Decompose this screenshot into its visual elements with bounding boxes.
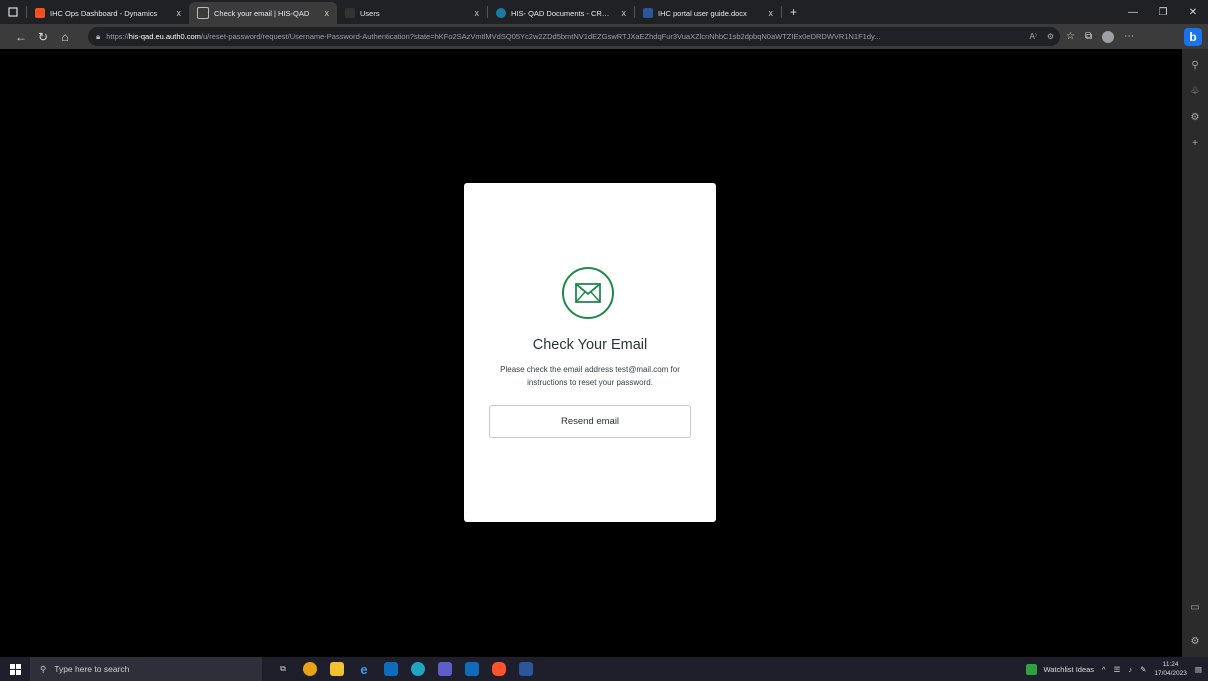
tab-his-qad-documents[interactable]: HIS- QAD Documents - CRM Hel x — [488, 2, 634, 24]
sidebar-bottom: ▭ ⚙ — [1182, 593, 1208, 653]
split-screen-icon[interactable]: ▭ — [1182, 595, 1208, 619]
shopping-icon[interactable]: ♧ — [1182, 79, 1208, 103]
tools-icon[interactable]: ⚙ — [1182, 105, 1208, 129]
chrome-icon[interactable] — [303, 662, 317, 676]
tab-title: HIS- QAD Documents - CRM Hel — [511, 8, 613, 18]
teams-icon[interactable] — [438, 662, 452, 676]
profile-avatar[interactable] — [1102, 30, 1115, 43]
browser-toolbar: ← ↻ ⌂ 🔒︎ https://his-qad.eu.auth0.com/u/… — [0, 24, 1208, 49]
brave-icon[interactable] — [492, 662, 506, 676]
tab-actions-button[interactable] — [0, 0, 26, 24]
home-icon[interactable]: ⌂ — [54, 26, 76, 48]
extension-icon[interactable]: ⚙ — [1047, 32, 1054, 41]
address-bar-actions: A⁾ ⚙ — [1023, 27, 1054, 46]
tab-actions-icon — [8, 7, 18, 17]
close-window-icon[interactable]: ✕ — [1178, 0, 1208, 24]
close-tab-icon[interactable]: x — [475, 8, 480, 18]
users-favicon-icon — [345, 8, 355, 18]
network-icon[interactable]: ☰ — [1114, 665, 1121, 674]
url-host: his-qad.eu.auth0.com — [128, 32, 201, 41]
windows-logo-icon — [9, 663, 21, 675]
tab-ihc-ops-dashboard[interactable]: IHC Ops Dashboard - Dynamics x — [27, 2, 189, 24]
show-hidden-icons[interactable]: ^ — [1102, 665, 1106, 674]
stocks-icon — [1026, 663, 1038, 675]
bing-chat-icon[interactable]: b — [1184, 28, 1202, 46]
url-prefix: https:// — [106, 32, 129, 41]
volume-icon[interactable]: ♪ — [1128, 665, 1132, 674]
windows-taskbar: ⚲ Type here to search ⧉ e Watchlist Idea… — [0, 657, 1208, 681]
window-controls: — ❐ ✕ — [1118, 0, 1208, 24]
page-content: Check Your Email Please check the email … — [0, 49, 1182, 657]
task-view-icon[interactable]: ⧉ — [276, 662, 290, 676]
minimize-icon[interactable]: — — [1118, 0, 1148, 24]
tab-ihc-portal-user-guide[interactable]: IHC portal user guide.docx x — [635, 2, 781, 24]
add-icon[interactable]: + — [1182, 131, 1208, 155]
refresh-icon[interactable]: ↻ — [32, 26, 54, 48]
settings-gear-icon[interactable]: ⚙ — [1182, 629, 1208, 653]
new-tab-button[interactable]: + — [782, 5, 805, 19]
tab-title: Check your email | HIS-QAD — [214, 8, 310, 18]
edge-sidebar: ⚲ ♧ ⚙ + ▭ ⚙ — [1182, 49, 1208, 657]
taskbar-apps: ⧉ e — [276, 662, 533, 677]
clock[interactable]: 11:24 17/04/2023 — [1154, 660, 1187, 678]
browser-tab-strip: IHC Ops Dashboard - Dynamics x Check you… — [0, 0, 1208, 24]
word-icon[interactable] — [519, 662, 533, 676]
system-tray: Watchlist Ideas ^ ☰ ♪ ✎ 11:24 17/04/2023… — [1026, 657, 1208, 681]
toolbar-right: ☆ ⧉ ⋯ — [1066, 27, 1134, 46]
widget-label: Watchlist Ideas — [1043, 664, 1095, 674]
clock-time: 11:24 — [1162, 661, 1179, 668]
taskbar-search-box[interactable]: ⚲ Type here to search — [30, 657, 262, 681]
email-sent-icon — [562, 267, 614, 319]
edge-icon[interactable] — [411, 662, 425, 676]
search-icon[interactable]: ⚲ — [1182, 53, 1208, 77]
pen-icon[interactable]: ✎ — [1140, 665, 1146, 674]
dynamics-favicon-icon — [35, 8, 45, 18]
check-email-card: Check Your Email Please check the email … — [464, 183, 716, 522]
restore-icon[interactable]: ❐ — [1148, 0, 1178, 24]
tab-title: IHC Ops Dashboard - Dynamics — [50, 8, 158, 18]
tab-title: Users — [360, 8, 380, 18]
search-icon: ⚲ — [40, 663, 47, 674]
favorites-icon[interactable]: ☆ — [1066, 31, 1075, 42]
collections-icon[interactable]: ⧉ — [1085, 31, 1092, 42]
resend-email-button[interactable]: Resend email — [489, 405, 691, 438]
card-title: Check Your Email — [532, 337, 648, 353]
close-tab-icon[interactable]: x — [325, 8, 330, 18]
clock-date: 17/04/2023 — [1154, 670, 1187, 677]
file-explorer-icon[interactable] — [330, 662, 344, 676]
lock-icon: 🔒︎ — [96, 31, 101, 41]
envelope-icon — [575, 283, 601, 303]
url-path: /u/reset-password/request/Username-Passw… — [200, 32, 881, 41]
more-options-icon[interactable]: ⋯ — [1124, 31, 1134, 42]
tab-title: IHC portal user guide.docx — [658, 8, 747, 18]
outlook-alt-icon[interactable] — [465, 662, 479, 676]
close-tab-icon[interactable]: x — [622, 8, 627, 18]
word-favicon-icon — [643, 8, 653, 18]
search-placeholder: Type here to search — [54, 664, 130, 674]
internet-explorer-icon[interactable]: e — [357, 662, 371, 677]
read-aloud-icon[interactable]: A⁾ — [1030, 32, 1037, 41]
card-message: Please check the email address test@mail… — [500, 365, 680, 387]
address-bar[interactable]: 🔒︎ https://his-qad.eu.auth0.com/u/reset-… — [88, 27, 1060, 46]
start-button[interactable] — [0, 657, 30, 681]
outlook-icon[interactable] — [384, 662, 398, 676]
notifications-icon[interactable]: ▤ — [1195, 665, 1202, 674]
sharepoint-favicon-icon — [496, 8, 506, 18]
close-tab-icon[interactable]: x — [769, 8, 774, 18]
watchlist-widget[interactable]: Watchlist Ideas — [1026, 663, 1095, 675]
page-favicon-icon — [197, 7, 209, 19]
close-tab-icon[interactable]: x — [177, 8, 182, 18]
tab-users[interactable]: Users x — [337, 2, 487, 24]
tab-check-your-email[interactable]: Check your email | HIS-QAD x — [189, 2, 337, 24]
back-arrow-icon[interactable]: ← — [10, 26, 32, 48]
